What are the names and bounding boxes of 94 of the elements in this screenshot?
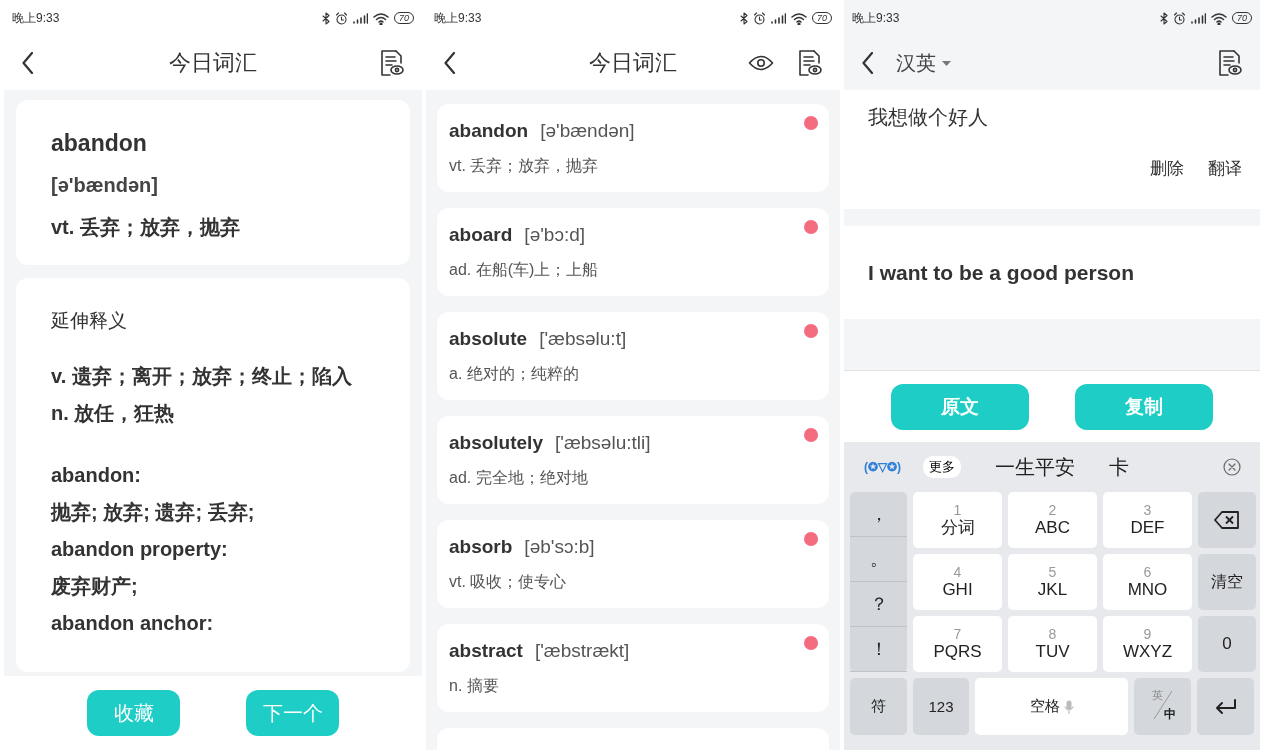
meaning-text: ad. 在船(车)上；上船 — [449, 259, 600, 280]
symbol-key[interactable]: ， — [850, 492, 907, 537]
phonetic-text: [ə'bændən] — [51, 174, 159, 197]
candidate-word[interactable]: 卡 — [1109, 453, 1129, 481]
enter-icon — [1214, 698, 1237, 715]
alarm-icon — [753, 11, 766, 25]
letter-key[interactable]: 1 分词 — [913, 492, 1002, 548]
delete-button[interactable]: 删除 — [1150, 157, 1184, 180]
meaning-text: a. 绝对的；纯粹的 — [449, 363, 580, 384]
phonetic-text: ['æbstrækt] — [534, 639, 630, 662]
eye-icon[interactable] — [748, 54, 774, 72]
symbol-key[interactable]: ！ — [850, 627, 907, 672]
definition-text: n. 放任，狂热 — [51, 401, 176, 426]
document-eye-icon[interactable] — [1218, 50, 1242, 76]
clear-icon[interactable] — [1223, 458, 1241, 476]
phrase-term: abandon anchor: — [51, 611, 215, 636]
letter-key[interactable]: 5 JKL — [1008, 554, 1097, 610]
zero-key[interactable]: 0 — [1198, 616, 1256, 672]
page-title: 今日词汇 — [589, 49, 677, 77]
phonetic-text: ['æbsəlu:t] — [539, 327, 627, 350]
wifi-icon — [1211, 11, 1227, 25]
letter-key[interactable]: 8 TUV — [1008, 616, 1097, 672]
status-time: 晚上9:33 — [434, 9, 482, 27]
word-list-item[interactable]: absolute ['æbsəlu:t] a. 绝对的；纯粹的 — [437, 312, 829, 400]
letter-key[interactable]: 4 GHI — [913, 554, 1002, 610]
status-time: 晚上9:33 — [12, 9, 60, 27]
meaning-text: vt. 丢弃；放弃，抛弃 — [51, 215, 241, 240]
meaning-text: ad. 完全地；绝对地 — [449, 467, 589, 488]
word-list-item[interactable]: aboard [ə'bɔ:d] ad. 在船(车)上；上船 — [437, 208, 829, 296]
meaning-text: vt. 丢弃；放弃，抛弃 — [449, 155, 600, 176]
word-title: absolutely — [449, 431, 543, 454]
language-switch-key[interactable]: 英 中 — [1134, 678, 1191, 735]
word-list-item[interactable]: abstract ['æbstrækt] n. 摘要 — [437, 624, 829, 712]
word-title: absorb — [449, 535, 513, 558]
language-dropdown[interactable]: 汉英 — [896, 49, 951, 77]
translation-text: I want to be a good person — [868, 260, 1134, 285]
wifi-icon — [791, 11, 807, 25]
word-title: abandon — [51, 130, 148, 157]
word-title: absolute — [449, 327, 528, 350]
document-eye-icon[interactable] — [798, 50, 822, 76]
meaning-text: vt. 吸收；使专心 — [449, 571, 568, 592]
number-mode-key[interactable]: 123 — [913, 678, 969, 735]
word-title: aboard — [449, 223, 513, 246]
signal-icon — [771, 12, 786, 24]
phonetic-text: ['æbsəlu:tli] — [555, 431, 651, 454]
phrase-meaning: 抛弃; 放弃; 遗弃; 丢弃; — [51, 500, 256, 525]
bluetooth-icon — [322, 11, 330, 25]
back-icon[interactable] — [862, 52, 874, 74]
wifi-icon — [373, 11, 389, 25]
bluetooth-icon — [740, 11, 748, 25]
microphone-icon — [1063, 699, 1074, 714]
word-title: abstract — [449, 639, 523, 662]
page-title: 今日词汇 — [169, 49, 257, 77]
more-button[interactable]: 更多 — [923, 456, 961, 478]
letter-key[interactable]: 2 ABC — [1008, 492, 1097, 548]
back-icon[interactable] — [22, 52, 34, 74]
letter-key[interactable]: 9 WXYZ — [1103, 616, 1192, 672]
backspace-icon — [1214, 511, 1240, 529]
word-list-item[interactable]: abandon [ə'bændən] vt. 丢弃；放弃，抛弃 — [437, 104, 829, 192]
back-icon[interactable] — [444, 52, 456, 74]
enter-key[interactable] — [1197, 678, 1254, 735]
signal-icon — [1191, 12, 1206, 24]
alarm-icon — [1173, 11, 1186, 25]
section-heading: 延伸释义 — [51, 309, 128, 333]
phonetic-text: [ə'bɔ:d] — [524, 223, 586, 246]
word-title: abandon — [449, 119, 529, 142]
letter-key[interactable]: 6 MNO — [1103, 554, 1192, 610]
space-key[interactable]: 空格 — [975, 678, 1128, 735]
letter-key[interactable]: 3 DEF — [1103, 492, 1192, 548]
candidate-word[interactable]: 一生平安 — [995, 453, 1075, 481]
alarm-icon — [335, 11, 348, 25]
phonetic-text: [ə'bændən] — [540, 119, 635, 142]
translate-button[interactable]: 翻译 — [1208, 157, 1242, 180]
caret-icon — [942, 60, 951, 66]
status-time: 晚上9:33 — [852, 9, 900, 27]
phonetic-text: [əb'sɔ:b] — [524, 535, 595, 558]
bluetooth-icon — [1160, 11, 1168, 25]
symbol-mode-key[interactable]: 符 — [850, 678, 907, 735]
phrase-meaning: 废弃财产; — [51, 574, 139, 599]
phrase-term: abandon property: — [51, 537, 229, 562]
letter-key[interactable]: 7 PQRS — [913, 616, 1002, 672]
phrase-term: abandon: — [51, 463, 142, 488]
word-list-item[interactable]: absorb [əb'sɔ:b] vt. 吸收；使专心 — [437, 520, 829, 608]
symbol-key[interactable]: 。 — [850, 537, 907, 582]
document-eye-icon[interactable] — [380, 50, 404, 76]
clear-key[interactable]: 清空 — [1198, 554, 1256, 610]
meaning-text: n. 摘要 — [449, 675, 500, 696]
symbol-key[interactable]: ？ — [850, 582, 907, 627]
signal-icon — [353, 12, 368, 24]
word-list-item[interactable]: absolutely ['æbsəlu:tli] ad. 完全地；绝对地 — [437, 416, 829, 504]
slash-icon — [1152, 690, 1174, 720]
backspace-key[interactable] — [1198, 492, 1256, 548]
definition-text: v. 遗弃；离开；放弃；终止；陷入 — [51, 364, 353, 389]
source-text-field[interactable]: 我想做个好人 — [868, 104, 1242, 131]
